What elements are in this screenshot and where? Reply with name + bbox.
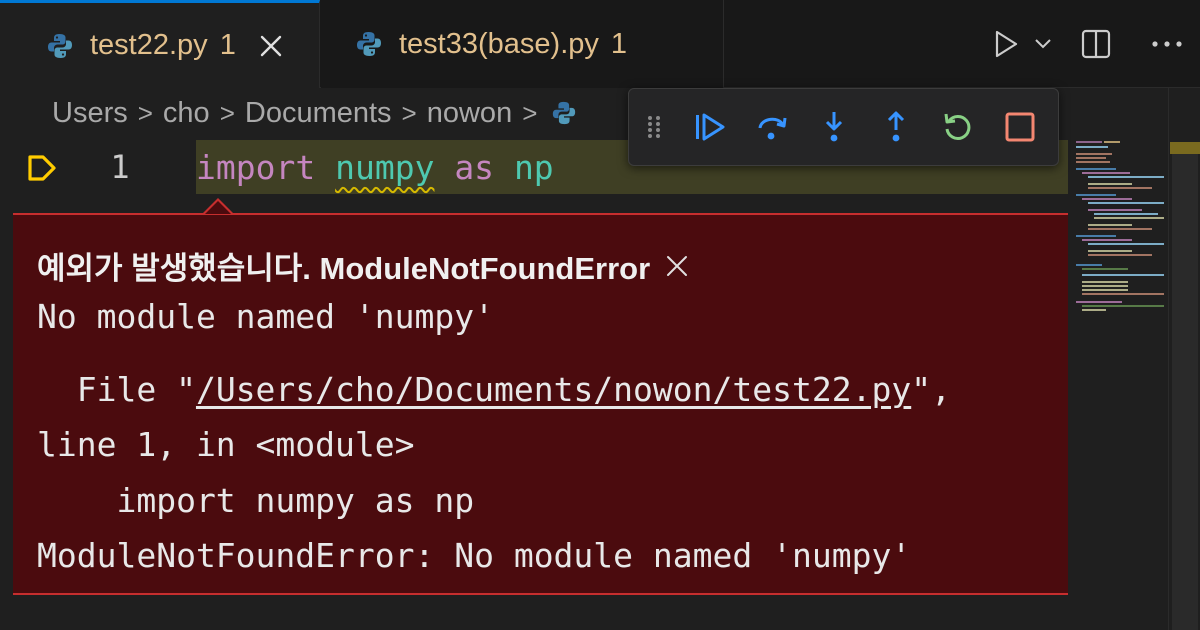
step-over-icon <box>758 117 787 140</box>
breadcrumb-separator: > <box>522 97 538 128</box>
tab-label: test33(base).py <box>399 27 599 60</box>
run-dropdown-button[interactable] <box>1028 14 1058 74</box>
close-icon[interactable] <box>258 33 284 59</box>
problem-count-badge: 1 <box>610 27 628 60</box>
line-number: 1 <box>110 148 130 186</box>
breadcrumb-item-nowon[interactable]: nowon <box>427 97 512 130</box>
run-button[interactable] <box>984 14 1028 74</box>
step-out-icon <box>887 111 905 142</box>
breadcrumb-item-cho[interactable]: cho <box>163 97 210 130</box>
continue-button[interactable] <box>679 97 741 157</box>
continue-icon <box>696 113 725 141</box>
trace-line-info: line 1, in <module> <box>37 425 415 464</box>
chevron-down-icon <box>1035 39 1051 49</box>
scrollbar-overview <box>1172 154 1198 630</box>
stop-icon <box>1005 112 1035 142</box>
exception-title-row: 예외가 발생했습니다. ModuleNotFoundError <box>37 243 690 288</box>
step-into-icon <box>825 112 843 142</box>
scrollbar-warning-marker <box>1170 142 1200 154</box>
breadcrumb: Users > cho > Documents > nowon > <box>52 94 577 132</box>
stop-button[interactable] <box>989 97 1051 157</box>
tab-test33[interactable]: test33(base).py 1 <box>321 0 724 88</box>
exception-widget: 예외가 발생했습니다. ModuleNotFoundError No modul… <box>13 213 1068 595</box>
trace-suffix: ", <box>911 370 951 409</box>
close-icon[interactable] <box>664 253 690 279</box>
keyword-as: as <box>454 147 495 187</box>
tab-test22[interactable]: test22.py 1 <box>0 0 320 88</box>
python-file-icon <box>48 33 72 58</box>
python-file-icon[interactable] <box>551 100 577 126</box>
breadcrumb-item-documents[interactable]: Documents <box>245 97 392 130</box>
breadcrumb-separator: > <box>219 97 235 128</box>
trace-error: ModuleNotFoundError: No module named 'nu… <box>37 536 912 575</box>
trace-file-line: File "/Users/cho/Documents/nowon/test22.… <box>37 370 951 409</box>
exception-pointer-inner <box>205 201 231 214</box>
step-over-button[interactable] <box>741 97 803 157</box>
more-icon <box>1152 41 1182 47</box>
minimap[interactable] <box>1072 138 1168 338</box>
split-editor-icon <box>1081 29 1111 59</box>
module-name[interactable]: numpy <box>335 148 434 187</box>
restart-icon <box>944 113 971 140</box>
trace-file-link[interactable]: /Users/cho/Documents/nowon/test22.py <box>196 370 911 409</box>
current-frame-icon[interactable] <box>26 150 60 186</box>
step-out-button[interactable] <box>865 97 927 157</box>
exception-title: 예외가 발생했습니다. ModuleNotFoundError <box>37 251 651 286</box>
drag-handle[interactable] <box>629 97 679 157</box>
grip-icon <box>648 116 660 138</box>
problem-count-badge: 1 <box>219 29 236 61</box>
restart-button[interactable] <box>927 97 989 157</box>
keyword-import: import <box>196 147 316 187</box>
split-editor-button[interactable] <box>1058 14 1134 74</box>
tab-label: test22.py <box>90 29 208 61</box>
alias-name: np <box>513 147 554 187</box>
debug-toolbar <box>628 88 1059 166</box>
editor-tab-bar: test22.py 1 test33(base).py 1 <box>0 0 1200 88</box>
trace-code: import numpy as np <box>37 481 475 520</box>
python-file-icon <box>357 32 381 56</box>
more-actions-button[interactable] <box>1134 14 1200 74</box>
step-into-button[interactable] <box>803 97 865 157</box>
breadcrumb-item-users[interactable]: Users <box>52 97 128 130</box>
exception-message: No module named 'numpy' <box>37 297 494 336</box>
editor-actions <box>984 0 1200 88</box>
trace-prefix: File " <box>37 370 196 409</box>
breadcrumb-separator: > <box>401 97 417 128</box>
run-icon <box>995 30 1018 58</box>
breadcrumb-separator: > <box>137 97 153 128</box>
